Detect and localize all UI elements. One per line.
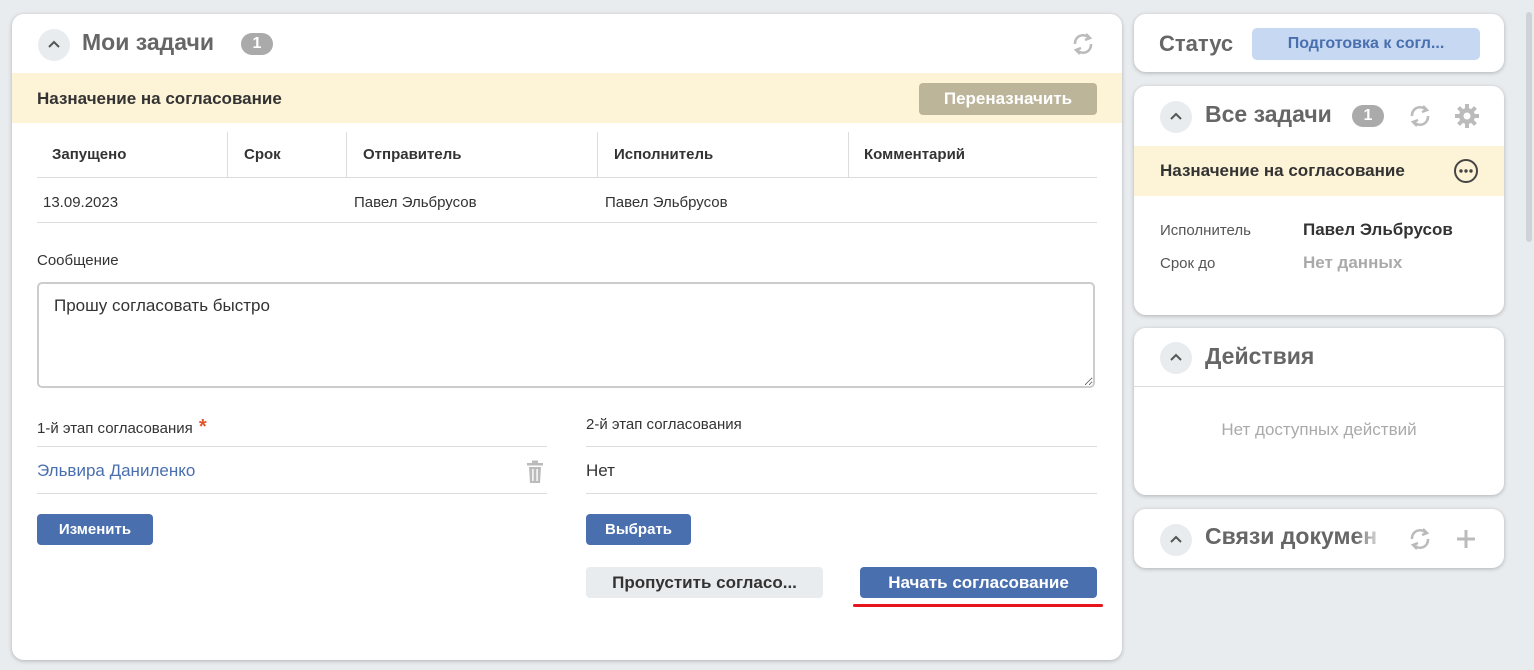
executor-label: Исполнитель [1160,222,1251,239]
document-links-title-text: Связи докумен [1205,523,1378,549]
col-header-due: Срок [244,146,281,163]
table-header-divider [37,177,1097,178]
stage1-label: 1-й этап согласования * [37,416,207,439]
message-textarea[interactable]: Прошу согласовать быстро [37,282,1095,388]
stage2-label: 2-й этап согласования [586,416,742,433]
refresh-icon[interactable] [1405,101,1435,131]
all-tasks-task-band[interactable]: Назначение на согласование [1134,146,1504,196]
executor-value: Павел Эльбрусов [1303,220,1453,239]
col-header-executor: Исполнитель [614,146,714,163]
cell-started: 13.09.2023 [43,194,119,211]
all-tasks-card: Все задачи 1 Назначение на согласование … [1134,86,1504,315]
collapse-chevron-up-icon[interactable] [38,29,70,61]
col-divider [346,132,347,177]
more-dots-icon[interactable] [1453,158,1479,184]
all-tasks-title: Все задачи [1205,101,1332,127]
stage1-approver-link[interactable]: Эльвира Даниленко [37,461,195,481]
col-header-started: Запущено [52,146,127,163]
col-divider [227,132,228,177]
due-label: Срок до [1160,255,1216,272]
skip-approval-button[interactable]: Пропустить согласо... [586,567,823,598]
refresh-icon[interactable] [1405,524,1435,554]
message-label: Сообщение [37,252,119,269]
trash-icon[interactable] [523,459,547,485]
stage1-bottom-divider [37,493,547,494]
task-title: Назначение на согласование [37,89,282,108]
task-header-band: Назначение на согласование Переназначить [12,73,1122,123]
reassign-button[interactable]: Переназначить [919,83,1097,115]
status-badge: Подготовка к согл... [1252,28,1480,60]
stage1-label-text: 1-й этап согласования [37,420,193,437]
actions-divider [1134,386,1504,387]
collapse-chevron-up-icon[interactable] [1160,524,1192,556]
cell-sender: Павел Эльбрусов [354,194,477,211]
choose-button[interactable]: Выбрать [586,514,691,545]
my-tasks-title: Мои задачи [82,29,214,55]
status-label: Статус [1159,31,1234,56]
collapse-chevron-up-icon[interactable] [1160,101,1192,133]
my-tasks-card: Мои задачи 1 Назначение на согласование … [12,14,1122,660]
stage2-bottom-divider [586,493,1097,494]
col-header-sender: Отправитель [363,146,462,163]
start-approval-underline [853,604,1103,607]
collapse-chevron-up-icon[interactable] [1160,342,1192,374]
change-button[interactable]: Изменить [37,514,153,545]
stage2-value: Нет [586,461,615,480]
page-scrollbar[interactable] [1526,12,1532,242]
start-approval-button[interactable]: Начать согласование [860,567,1097,598]
document-links-card: Связи докумен [1134,509,1504,568]
due-value: Нет данных [1303,253,1403,272]
actions-empty-text: Нет доступных действий [1221,420,1417,439]
my-tasks-count-badge: 1 [241,33,273,55]
refresh-icon[interactable] [1068,29,1098,59]
status-card: Статус Подготовка к согл... [1134,14,1504,72]
stage1-top-divider [37,446,547,447]
gear-icon[interactable] [1452,101,1482,131]
title-fade [1354,519,1386,559]
all-tasks-task-title: Назначение на согласование [1160,161,1405,180]
all-tasks-count-badge: 1 [1352,105,1384,127]
table-row-divider [37,222,1097,223]
plus-icon[interactable] [1451,524,1481,554]
col-header-comment: Комментарий [864,146,966,163]
actions-title: Действия [1205,343,1315,369]
actions-card: Действия Нет доступных действий [1134,328,1504,495]
stage2-top-divider [586,446,1097,447]
required-mark: * [198,416,207,438]
col-divider [848,132,849,177]
col-divider [597,132,598,177]
cell-executor: Павел Эльбрусов [605,194,728,211]
